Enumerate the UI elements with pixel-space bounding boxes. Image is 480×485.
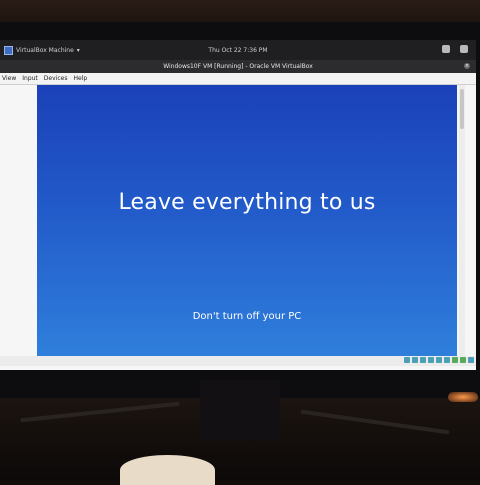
desk-sticker <box>120 455 215 485</box>
hard-disk-icon[interactable] <box>404 357 410 363</box>
menu-item-view[interactable]: View <box>2 75 16 82</box>
window-title: Windows10F VM [Running] - Oracle VM Virt… <box>163 63 313 70</box>
vertical-scrollbar[interactable] <box>459 85 465 356</box>
host-top-bar: VirtualBox Machine ▾ Thu Oct 22 7:36 PM <box>0 40 476 60</box>
menu-item-input[interactable]: Input <box>22 75 38 82</box>
power-icon[interactable] <box>460 45 468 53</box>
scrollbar-thumb[interactable] <box>460 89 464 129</box>
setup-headline: Leave everything to us <box>118 190 376 215</box>
tray-icon[interactable] <box>442 45 450 53</box>
menu-bar: View Input Devices Help <box>0 73 476 85</box>
display-icon[interactable] <box>436 357 442 363</box>
menu-item-devices[interactable]: Devices <box>44 75 68 82</box>
window-titlebar[interactable]: Windows10F VM [Running] - Oracle VM Virt… <box>0 60 476 73</box>
mouse-integration-icon[interactable] <box>460 357 466 363</box>
setup-subtext: Don't turn off your PC <box>192 311 302 322</box>
network-icon[interactable] <box>452 357 458 363</box>
menu-item-help[interactable]: Help <box>73 75 87 82</box>
shared-folders-icon[interactable] <box>428 357 434 363</box>
system-tray[interactable] <box>442 45 468 53</box>
optical-drive-icon[interactable] <box>412 357 418 363</box>
power-led <box>448 392 478 402</box>
video-capture-icon[interactable] <box>444 357 450 363</box>
guest-screen[interactable]: Leave everything to us Don't turn off yo… <box>37 85 457 356</box>
close-icon[interactable]: × <box>464 63 470 69</box>
clock[interactable]: Thu Oct 22 7:36 PM <box>0 47 476 54</box>
host-key-icon[interactable] <box>468 357 474 363</box>
vm-status-bar <box>0 356 476 366</box>
monitor-stand <box>200 380 280 440</box>
usb-icon[interactable] <box>420 357 426 363</box>
